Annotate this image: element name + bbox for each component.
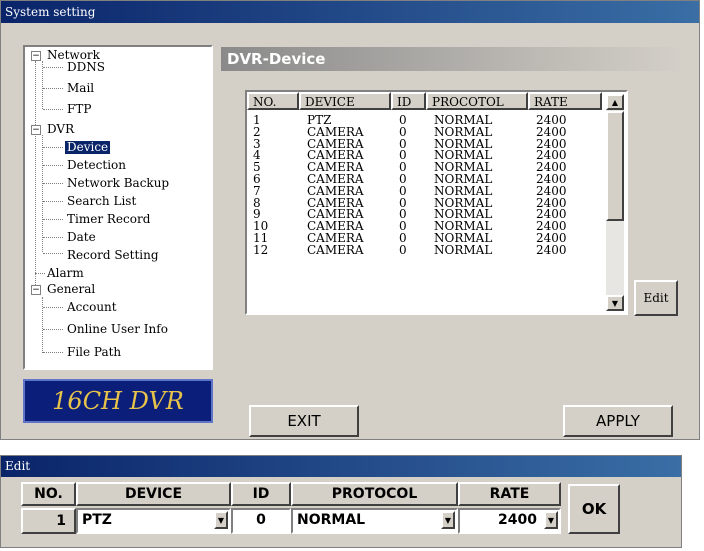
device-select[interactable]: PTZ ▼ <box>76 508 231 534</box>
row-id: 0 <box>399 183 407 198</box>
edit-no-value: 1 <box>21 508 76 534</box>
tree-search-list[interactable]: Search List <box>67 195 136 208</box>
tree-connector <box>43 165 63 166</box>
id-field[interactable]: 0 <box>231 508 291 534</box>
table-row[interactable]: 12 CAMERA 0 NORMAL 2400 <box>247 244 602 256</box>
row-rate: 2400 <box>536 124 567 139</box>
row-protocol: NORMAL <box>434 242 493 257</box>
tree-detection[interactable]: Detection <box>67 159 126 172</box>
tree-date[interactable]: Date <box>67 231 96 244</box>
row-no: 12 <box>253 242 269 257</box>
collapse-icon[interactable]: − <box>31 51 41 61</box>
tree-connector <box>43 219 63 220</box>
tree-connector <box>43 67 63 68</box>
tree-timer-record[interactable]: Timer Record <box>67 213 150 226</box>
chevron-down-icon[interactable]: ▼ <box>544 511 558 529</box>
tree-alarm[interactable]: Alarm <box>47 267 84 280</box>
tree-connector <box>43 307 63 308</box>
scroll-thumb[interactable] <box>606 111 624 221</box>
tree-connector <box>42 135 43 252</box>
tree-ftp[interactable]: FTP <box>67 103 91 116</box>
protocol-select[interactable]: NORMAL ▼ <box>291 508 458 534</box>
tree-network-backup[interactable]: Network Backup <box>67 177 169 190</box>
row-rate: 2400 <box>536 242 567 257</box>
tree-connector <box>42 61 43 109</box>
exit-button[interactable]: EXIT <box>249 405 359 437</box>
tree-connector <box>43 253 63 254</box>
tree-connector <box>43 88 63 89</box>
product-logo: 16CH DVR <box>23 379 213 423</box>
column-header-rate[interactable]: RATE <box>528 92 602 110</box>
table-row[interactable]: 7 CAMERA 0 NORMAL 2400 <box>247 185 602 197</box>
edit-header-rate: RATE <box>458 482 561 506</box>
scroll-up-icon[interactable]: ▲ <box>606 94 624 110</box>
tree-record-setting[interactable]: Record Setting <box>67 249 159 262</box>
tree-connector <box>43 352 63 353</box>
column-header-device[interactable]: DEVICE <box>299 92 391 110</box>
collapse-icon[interactable]: − <box>31 125 41 135</box>
edit-header-protocol: PROTOCOL <box>291 482 458 506</box>
rate-select[interactable]: 2400 ▼ <box>458 508 561 534</box>
collapse-icon[interactable]: − <box>31 285 41 295</box>
tree-connector <box>43 237 63 238</box>
tree-mail[interactable]: Mail <box>67 82 94 95</box>
row-id: 0 <box>399 124 407 139</box>
row-protocol: NORMAL <box>434 124 493 139</box>
edit-header-device: DEVICE <box>76 482 231 506</box>
scroll-down-icon[interactable]: ▼ <box>606 295 624 311</box>
vertical-scrollbar[interactable]: ▲ ▼ <box>606 94 624 311</box>
settings-tree: − Network DDNS Mail FTP − DVR Device Det… <box>23 45 213 370</box>
tree-dvr[interactable]: DVR <box>47 123 74 136</box>
window-title: System setting <box>1 1 699 23</box>
tree-online-user-info[interactable]: Online User Info <box>67 323 168 336</box>
edit-header-id: ID <box>231 482 291 506</box>
tree-ddns[interactable]: DDNS <box>67 61 105 74</box>
tree-file-path[interactable]: File Path <box>67 346 121 359</box>
row-no: 2 <box>253 124 261 139</box>
edit-window-title: Edit <box>1 456 681 477</box>
tree-connector <box>42 297 43 353</box>
tree-connector <box>35 61 36 291</box>
row-id: 0 <box>399 242 407 257</box>
column-header-id[interactable]: ID <box>391 92 426 110</box>
row-rate: 2400 <box>536 183 567 198</box>
apply-button[interactable]: APPLY <box>563 405 673 437</box>
edit-button[interactable]: Edit <box>634 280 678 316</box>
ok-button[interactable]: OK <box>568 484 620 534</box>
rate-select-value: 2400 <box>498 512 537 528</box>
row-device: CAMERA <box>307 183 364 198</box>
tree-connector <box>43 147 63 148</box>
device-list: NO. DEVICE ID PROCOTOL RATE 1 PTZ 0 NORMAL 2… <box>245 90 628 315</box>
chevron-down-icon[interactable]: ▼ <box>214 511 228 529</box>
tree-connector <box>35 273 45 274</box>
protocol-select-value: NORMAL <box>297 512 366 528</box>
system-setting-window: System setting − Network DDNS Mail FTP −… <box>0 0 700 440</box>
tree-connector <box>43 329 63 330</box>
row-device: CAMERA <box>307 242 364 257</box>
tree-general[interactable]: General <box>47 283 95 296</box>
row-device: CAMERA <box>307 124 364 139</box>
device-select-value: PTZ <box>82 512 112 528</box>
section-title: DVR-Device <box>221 47 685 71</box>
edit-window: Edit NO. DEVICE ID PROTOCOL RATE 1 PTZ ▼… <box>0 455 682 548</box>
table-row[interactable]: 2 CAMERA 0 NORMAL 2400 <box>247 126 602 138</box>
edit-header-no: NO. <box>21 482 76 506</box>
column-header-no[interactable]: NO. <box>247 92 299 110</box>
column-header-protocol[interactable]: PROCOTOL <box>426 92 528 110</box>
tree-account[interactable]: Account <box>67 301 117 314</box>
row-protocol: NORMAL <box>434 183 493 198</box>
chevron-down-icon[interactable]: ▼ <box>441 511 455 529</box>
tree-connector <box>43 201 63 202</box>
tree-connector <box>43 109 63 110</box>
row-no: 7 <box>253 183 261 198</box>
tree-device[interactable]: Device <box>65 141 111 154</box>
tree-connector <box>43 183 63 184</box>
